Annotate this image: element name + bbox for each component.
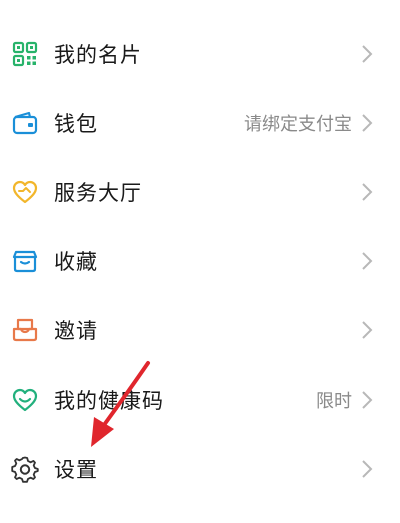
menu-item-label: 我的名片: [54, 43, 142, 67]
menu-item-wallet[interactable]: 钱包 请绑定支付宝: [0, 95, 400, 151]
qr-code-icon: [10, 39, 40, 69]
menu-item-settings[interactable]: 设置: [0, 441, 400, 497]
menu-item-label: 设置: [54, 458, 98, 482]
wallet-icon: [10, 108, 40, 138]
menu-item-health-code[interactable]: 我的健康码 限时: [0, 372, 400, 428]
menu-item-my-card[interactable]: 我的名片: [0, 26, 400, 82]
menu-item-favorites[interactable]: 收藏: [0, 233, 400, 289]
menu-item-label: 服务大厅: [54, 181, 142, 205]
menu-item-label: 邀请: [54, 319, 98, 343]
menu-item-label: 收藏: [54, 250, 98, 274]
menu-item-label: 我的健康码: [54, 389, 164, 413]
inbox-icon: [10, 315, 40, 345]
box-icon: [10, 246, 40, 276]
menu-item-label: 钱包: [54, 112, 98, 136]
chevron-right-icon: [360, 250, 374, 272]
heart-handshake-icon: [10, 177, 40, 207]
chevron-right-icon: [360, 389, 374, 411]
menu-item-hint: 限时: [316, 391, 352, 412]
screen: 我的名片 钱包 请绑定支付宝 服务大厅 收藏 邀请 我的健康码 限时 设置: [0, 0, 400, 523]
health-heart-icon: [10, 385, 40, 415]
chevron-right-icon: [360, 112, 374, 134]
chevron-right-icon: [360, 181, 374, 203]
menu-item-invite[interactable]: 邀请: [0, 302, 400, 358]
chevron-right-icon: [360, 43, 374, 65]
menu-item-hint: 请绑定支付宝: [244, 114, 352, 135]
chevron-right-icon: [360, 458, 374, 480]
gear-icon: [10, 454, 40, 484]
menu-item-service-hall[interactable]: 服务大厅: [0, 164, 400, 220]
chevron-right-icon: [360, 319, 374, 341]
